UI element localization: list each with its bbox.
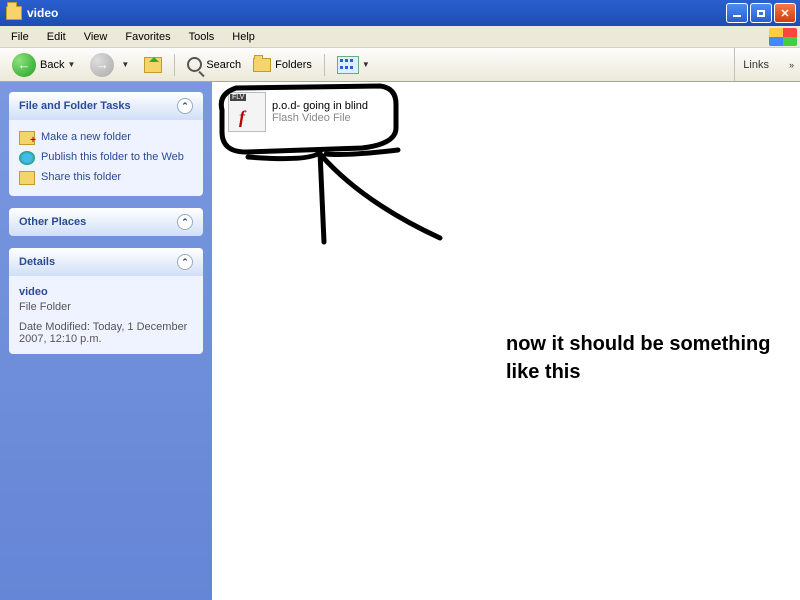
file-folder-tasks-panel: File and Folder Tasks ⌃ Make a new folde…	[9, 92, 203, 196]
chevron-right-icon: »	[789, 60, 794, 70]
menu-tools[interactable]: Tools	[180, 28, 224, 46]
window-title: video	[27, 6, 724, 20]
panel-title: Other Places	[19, 216, 86, 228]
panel-title: File and Folder Tasks	[19, 100, 131, 112]
details-folder-type: File Folder	[19, 300, 193, 314]
folders-icon	[253, 58, 271, 72]
toolbar: ← Back ▼ → ▼ Search Folders ▼ Links »	[0, 48, 800, 82]
collapse-icon: ⌃	[177, 98, 193, 114]
chevron-down-icon: ▼	[64, 60, 78, 69]
search-button[interactable]: Search	[181, 53, 247, 76]
back-button[interactable]: ← Back ▼	[6, 49, 84, 81]
annotation-line1: now it should be something	[506, 330, 770, 358]
forward-button[interactable]: → ▼	[84, 49, 138, 81]
menu-file[interactable]: File	[2, 28, 38, 46]
share-folder-icon	[19, 171, 35, 185]
menu-view[interactable]: View	[75, 28, 117, 46]
views-button[interactable]: ▼	[331, 52, 379, 78]
details-modified: Date Modified: Today, 1 December 2007, 1…	[19, 320, 193, 346]
back-label: Back	[40, 59, 64, 71]
details-folder-name: video	[19, 284, 193, 300]
details-panel: Details ⌃ video File Folder Date Modifie…	[9, 248, 203, 354]
panel-title: Details	[19, 256, 55, 268]
panel-heading[interactable]: Details ⌃	[9, 248, 203, 276]
chevron-down-icon: ▼	[118, 60, 132, 69]
workspace: File and Folder Tasks ⌃ Make a new folde…	[0, 82, 800, 600]
sidebar: File and Folder Tasks ⌃ Make a new folde…	[0, 82, 212, 600]
forward-arrow-icon: →	[90, 53, 114, 77]
separator	[174, 54, 175, 76]
globe-icon	[19, 151, 35, 165]
chevron-down-icon: ▼	[359, 60, 373, 69]
folders-button[interactable]: Folders	[247, 54, 318, 76]
annotation-line2: like this	[506, 358, 770, 386]
annotation-text: now it should be something like this	[506, 330, 770, 386]
collapse-icon: ⌃	[177, 214, 193, 230]
up-button[interactable]	[138, 53, 168, 77]
flv-file-icon: f	[228, 92, 266, 132]
folder-icon	[6, 6, 22, 20]
maximize-button[interactable]	[750, 3, 772, 23]
panel-body: video File Folder Date Modified: Today, …	[9, 276, 203, 354]
task-label: Make a new folder	[41, 131, 131, 143]
other-places-panel: Other Places ⌃	[9, 208, 203, 236]
links-label: Links	[743, 59, 769, 71]
task-label: Publish this folder to the Web	[41, 151, 184, 163]
menu-favorites[interactable]: Favorites	[116, 28, 179, 46]
file-item[interactable]: f p.o.d- going in blind Flash Video File	[228, 92, 368, 132]
minimize-button[interactable]	[726, 3, 748, 23]
folders-label: Folders	[275, 59, 312, 71]
task-publish-web[interactable]: Publish this folder to the Web	[19, 148, 193, 168]
close-button[interactable]: ✕	[774, 3, 796, 23]
menu-help[interactable]: Help	[223, 28, 264, 46]
title-bar: video ✕	[0, 0, 800, 26]
panel-heading[interactable]: Other Places ⌃	[9, 208, 203, 236]
up-folder-icon	[144, 57, 162, 73]
menu-edit[interactable]: Edit	[38, 28, 75, 46]
windows-logo-icon	[769, 28, 797, 46]
views-icon	[337, 56, 359, 74]
new-folder-icon	[19, 131, 35, 145]
task-share-folder[interactable]: Share this folder	[19, 168, 193, 188]
task-new-folder[interactable]: Make a new folder	[19, 128, 193, 148]
links-bar[interactable]: Links »	[734, 48, 794, 81]
file-type: Flash Video File	[272, 112, 368, 124]
separator	[324, 54, 325, 76]
file-text: p.o.d- going in blind Flash Video File	[272, 100, 368, 124]
file-name: p.o.d- going in blind	[272, 100, 368, 112]
panel-body: Make a new folder Publish this folder to…	[9, 120, 203, 196]
panel-heading[interactable]: File and Folder Tasks ⌃	[9, 92, 203, 120]
search-label: Search	[206, 59, 241, 71]
search-icon	[187, 57, 202, 72]
collapse-icon: ⌃	[177, 254, 193, 270]
back-arrow-icon: ←	[12, 53, 36, 77]
content-pane[interactable]: f p.o.d- going in blind Flash Video File…	[212, 82, 800, 600]
menu-bar: File Edit View Favorites Tools Help	[0, 26, 800, 48]
task-label: Share this folder	[41, 171, 121, 183]
